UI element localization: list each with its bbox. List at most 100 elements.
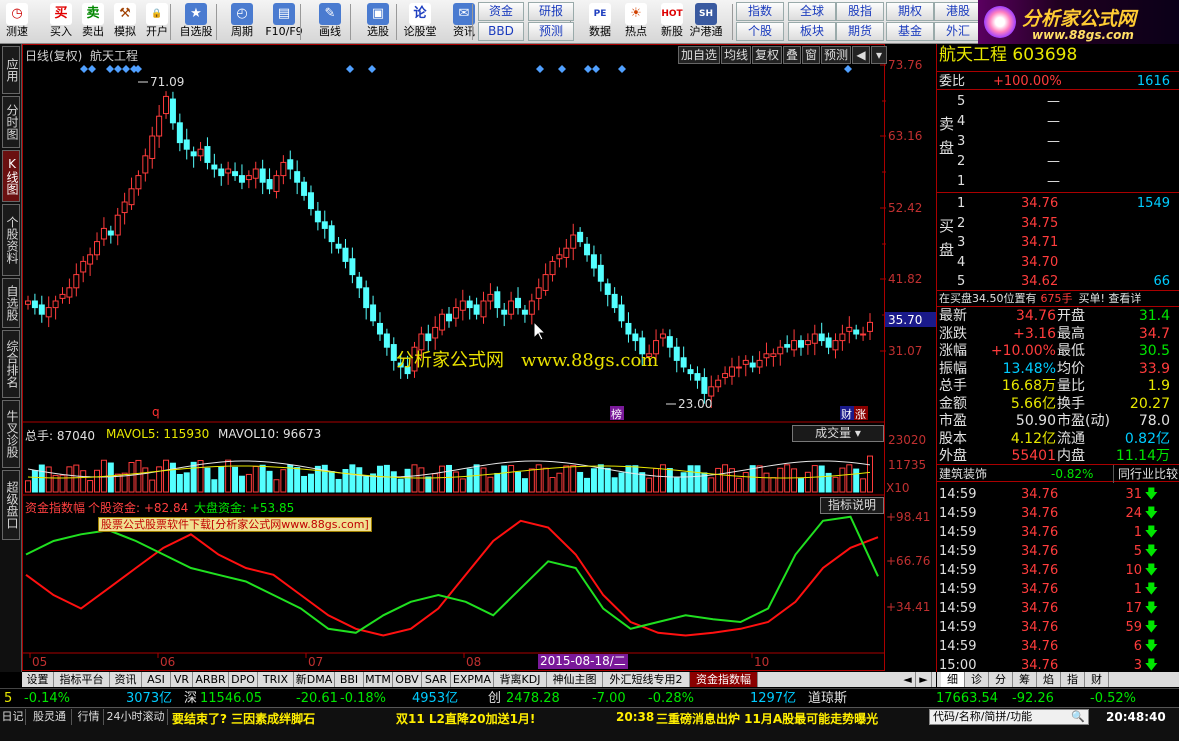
right-tab-5[interactable]: 指 <box>1061 672 1085 687</box>
quick-btn-9[interactable]: 个股 <box>736 22 784 41</box>
quick-btn-3[interactable]: 预测 <box>528 22 574 41</box>
sell-level-1[interactable]: 1— <box>937 172 1179 191</box>
news-headline-3[interactable]: 三重磅消息出炉 11月A股最可能走势曝光 <box>656 710 878 727</box>
quick-btn-5[interactable]: 全球 <box>788 2 836 21</box>
sector-row[interactable]: 建筑装饰 -0.82% 同行业比较 <box>937 464 1179 483</box>
sell-level-3[interactable]: 3— <box>937 132 1179 151</box>
buy-level-5[interactable]: 5 34.62 66 <box>937 272 1179 291</box>
indicator-tab-10[interactable]: MTM <box>364 672 393 687</box>
event-marker[interactable] <box>114 65 122 73</box>
event-marker[interactable] <box>558 65 566 73</box>
toolbar-btn-4[interactable]: 🔒 开户 <box>140 2 174 42</box>
news-headline-2[interactable]: 双11 L2直降20加送1月! <box>396 710 535 727</box>
quick-btn-10[interactable]: 板块 <box>788 22 836 41</box>
chart-tool-3[interactable]: 叠 <box>783 46 801 64</box>
toolbar-btn-9[interactable]: ▣ 选股 <box>356 2 400 42</box>
indicator-tab-2[interactable]: 资讯 <box>110 672 142 687</box>
quick-btn-2[interactable]: BBD <box>478 22 524 41</box>
right-tab-3[interactable]: 筹 <box>1013 672 1037 687</box>
indicator-tab-16[interactable]: 外汇短线专用2 <box>603 672 690 687</box>
buy-level-4[interactable]: 4 34.70 <box>937 253 1179 272</box>
right-tab-6[interactable]: 财 <box>1085 672 1109 687</box>
sell-level-2[interactable]: 2— <box>937 152 1179 171</box>
status-tab-3[interactable]: 24小时滚动 <box>104 709 168 725</box>
speaker-icon[interactable]: ◀ <box>852 46 870 64</box>
toolbar-btn-3[interactable]: ⚒ 模拟 <box>108 2 142 42</box>
quick-btn-6[interactable]: 股指 <box>836 2 884 21</box>
buy-level-1[interactable]: 1 34.76 1549 <box>937 194 1179 213</box>
kline-chart-panel[interactable]: 73.76 63.16 52.42 41.82 31.07 35.70 23020 11735… <box>22 44 936 672</box>
indicator-tab-11[interactable]: OBV <box>393 672 422 687</box>
marker-bang[interactable]: 榜 <box>611 407 622 421</box>
toolbar-btn-15[interactable]: SH 沪港通 <box>684 2 728 42</box>
quick-btn-13[interactable]: 外汇 <box>934 22 982 41</box>
event-marker[interactable] <box>536 65 544 73</box>
quick-btn-1[interactable]: 研报 <box>528 2 574 21</box>
sector-compare-button[interactable]: 同行业比较 <box>1112 465 1178 483</box>
right-tab-2[interactable]: 分 <box>989 672 1013 687</box>
ad-banner[interactable]: 股票公式股票软件下载[分析家公式网www.88gs.com] <box>98 517 372 532</box>
marker-q[interactable]: q <box>152 405 160 419</box>
indicator-tab-8[interactable]: 新DMA <box>294 672 335 687</box>
left-tab-6[interactable]: 牛叉诊股 <box>2 400 20 468</box>
indicator-tab-12[interactable]: SAR <box>422 672 451 687</box>
status-tab-1[interactable]: 股灵通 <box>28 709 72 725</box>
status-tab-0[interactable]: 日记 <box>0 709 26 725</box>
left-tab-1[interactable]: 分时图 <box>2 96 20 148</box>
news-headline-1[interactable]: 要结束了? 三因素成绊脚石 <box>172 710 315 727</box>
chevron-down-icon[interactable]: ▾ <box>871 46 887 64</box>
left-tab-0[interactable]: 应用 <box>2 46 20 94</box>
indicator-tab-7[interactable]: TRIX <box>258 672 294 687</box>
left-tab-5[interactable]: 综合排名 <box>2 330 20 398</box>
event-marker[interactable] <box>584 65 592 73</box>
quick-btn-11[interactable]: 期货 <box>836 22 884 41</box>
toolbar-btn-5[interactable]: ★ 自选股 <box>174 2 218 42</box>
event-marker[interactable] <box>80 65 88 73</box>
toolbar-btn-8[interactable]: ✎ 画线 <box>308 2 352 42</box>
indicator-tab-0[interactable]: 设置 <box>22 672 54 687</box>
search-input[interactable]: 代码/名称/简拼/功能 🔍 <box>929 709 1089 725</box>
toolbar-btn-6[interactable]: ◴ 周期 <box>220 2 264 42</box>
indicator-tab-1[interactable]: 指标平台 <box>54 672 110 687</box>
buy-level-3[interactable]: 3 34.71 <box>937 233 1179 252</box>
indicator-tab-5[interactable]: ARBR <box>193 672 229 687</box>
toolbar-btn-0[interactable]: ◷ 测速 <box>0 2 34 42</box>
event-marker[interactable] <box>592 65 600 73</box>
indicator-tab-14[interactable]: 背离KDJ <box>494 672 547 687</box>
left-tab-2[interactable]: K线图 <box>2 150 20 202</box>
volume-type-dropdown[interactable]: 成交量 ▾ <box>792 425 884 442</box>
indicator-tab-17[interactable]: 资金指数幅 <box>690 672 758 687</box>
status-tab-2[interactable]: 行情 <box>74 709 104 725</box>
event-marker[interactable] <box>844 65 852 73</box>
scroll-right-icon[interactable]: ► <box>916 672 932 687</box>
left-tab-3[interactable]: 个股资料 <box>2 204 20 276</box>
left-tab-4[interactable]: 自选股 <box>2 278 20 328</box>
chart-tool-0[interactable]: 加自选 <box>678 46 720 64</box>
sell-level-5[interactable]: 5— <box>937 92 1179 111</box>
right-tab-4[interactable]: 焰 <box>1037 672 1061 687</box>
sell-level-4[interactable]: 4— <box>937 112 1179 131</box>
toolbar-btn-1[interactable]: 买买入 <box>44 2 78 42</box>
event-marker[interactable] <box>88 65 96 73</box>
marker-zhang[interactable]: 涨 <box>855 408 866 421</box>
event-marker[interactable] <box>122 65 130 73</box>
quick-btn-12[interactable]: 基金 <box>886 22 934 41</box>
position-note[interactable]: 在买盘34.50位置有 675手 买单! 查看详 <box>937 290 1179 307</box>
quick-btn-7[interactable]: 期权 <box>886 2 934 21</box>
quick-btn-4[interactable]: 指数 <box>736 2 784 21</box>
toolbar-btn-2[interactable]: 卖卖出 <box>76 2 110 42</box>
event-marker[interactable] <box>368 65 376 73</box>
scroll-left-icon[interactable]: ◄ <box>900 672 916 687</box>
toolbar-btn-10[interactable]: 论论股堂 <box>398 2 442 42</box>
left-tab-7[interactable]: 超级盘口 <box>2 470 20 540</box>
event-marker[interactable] <box>346 65 354 73</box>
chart-tool-5[interactable]: 预测 <box>821 46 851 64</box>
indicator-help-button[interactable]: 指标说明 <box>820 497 884 514</box>
chart-tool-2[interactable]: 复权 <box>752 46 782 64</box>
indicator-tab-9[interactable]: BBI <box>335 672 364 687</box>
indicator-tab-13[interactable]: EXPMA <box>451 672 494 687</box>
event-marker[interactable] <box>618 65 626 73</box>
quick-btn-0[interactable]: 资金 <box>478 2 524 21</box>
indicator-tab-3[interactable]: ASI <box>142 672 171 687</box>
buy-level-2[interactable]: 2 34.75 <box>937 214 1179 233</box>
